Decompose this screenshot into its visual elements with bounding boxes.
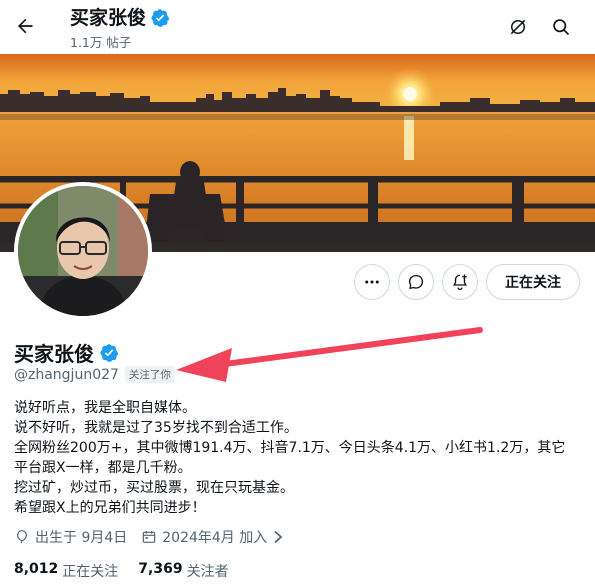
grok-icon xyxy=(510,19,526,35)
following-count: 8,012 xyxy=(14,561,59,577)
following-button[interactable]: 正在关注 xyxy=(486,264,580,300)
handle-row: @zhangjun027 关注了你 xyxy=(14,366,175,383)
message-icon xyxy=(408,274,424,290)
message-button[interactable] xyxy=(398,264,434,300)
joined-item[interactable]: 2024年4月 加入 xyxy=(141,527,284,547)
notify-button[interactable] xyxy=(442,264,478,300)
profile-name-row: 买家张俊 xyxy=(14,338,119,367)
chevron-right-icon xyxy=(274,530,283,544)
bio-line: 挖过矿，炒过币，买过股票，现在只玩基金。 xyxy=(14,480,294,496)
bio-line: 全网粉丝200万+，其中微博191.4万、抖音7.1万、今日头条4.1万、小红书… xyxy=(14,440,566,456)
header-title-block: 买家张俊 1.1万 帖子 xyxy=(70,6,170,51)
more-icon xyxy=(365,280,379,284)
back-button[interactable] xyxy=(8,9,42,43)
profile-meta: 出生于 9月4日 2024年4月 加入 xyxy=(14,527,284,547)
profile-handle: @zhangjun027 xyxy=(14,366,119,383)
profile-bio: 说好听点，我是全职自媒体。 说不好听，我就是过了35岁找不到合适工作。 全网粉丝… xyxy=(14,398,584,518)
calendar-icon xyxy=(142,531,156,543)
verified-badge-icon xyxy=(151,9,170,27)
arrow-left-icon xyxy=(18,18,33,34)
following-label: 正在关注 xyxy=(62,564,119,580)
bio-line: 平台跟X一样，都是几千粉。 xyxy=(14,460,192,476)
birthday-item: 出生于 9月4日 xyxy=(14,527,127,547)
profile-avatar[interactable] xyxy=(14,182,152,320)
bio-line: 说好听点，我是全职自媒体。 xyxy=(14,400,196,416)
verified-badge-icon xyxy=(100,343,119,362)
profile-name: 买家张俊 xyxy=(14,342,94,366)
more-button[interactable] xyxy=(354,264,390,300)
avatar-photo xyxy=(18,186,148,316)
bio-line: 说不好听，我就是过了35岁找不到合适工作。 xyxy=(14,420,298,436)
post-count: 1.1万 帖子 xyxy=(70,35,132,50)
joined-text: 2024年4月 加入 xyxy=(162,530,268,546)
followers-label: 关注者 xyxy=(186,564,229,580)
grok-button[interactable] xyxy=(503,12,533,42)
search-icon xyxy=(553,19,570,36)
followers-count: 7,369 xyxy=(138,561,183,577)
search-button[interactable] xyxy=(546,12,576,42)
birthday-text: 出生于 9月4日 xyxy=(35,530,128,546)
followers-stat[interactable]: 7,369 关注者 xyxy=(138,561,228,581)
header-title: 买家张俊 xyxy=(70,7,147,29)
bell-plus-icon xyxy=(453,274,467,291)
following-stat[interactable]: 8,012 正在关注 xyxy=(14,561,118,581)
balloon-icon xyxy=(17,530,27,544)
bio-line: 希望跟X上的兄弟们共同进步！ xyxy=(14,500,206,516)
top-bar: 买家张俊 1.1万 帖子 xyxy=(0,0,595,54)
follows-you-badge: 关注了你 xyxy=(124,366,175,383)
follow-stats: 8,012 正在关注 7,369 关注者 xyxy=(14,561,229,581)
